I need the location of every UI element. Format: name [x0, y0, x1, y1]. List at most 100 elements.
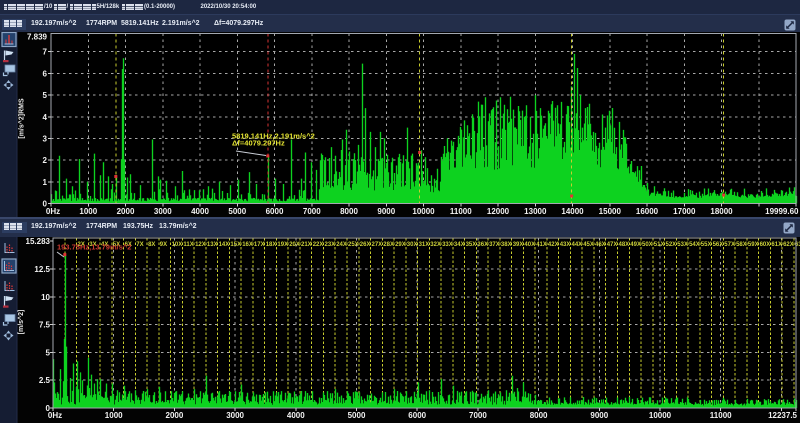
svg-text:18X: 18X	[266, 242, 277, 248]
svg-text:25X: 25X	[348, 242, 359, 248]
svg-text:59X: 59X	[748, 242, 759, 248]
svg-text:26X: 26X	[360, 242, 371, 248]
svg-text:6000: 6000	[408, 411, 426, 420]
svg-text:5000: 5000	[348, 411, 366, 420]
svg-text:60X: 60X	[760, 242, 771, 248]
svg-text:7000: 7000	[303, 207, 321, 216]
svg-text:7.839: 7.839	[27, 33, 48, 42]
svg-text:8000: 8000	[340, 207, 358, 216]
svg-text:9X: 9X	[160, 242, 167, 248]
svg-text:55X: 55X	[701, 242, 712, 248]
svg-text:17000: 17000	[673, 207, 696, 216]
svg-text:14000: 14000	[561, 207, 584, 216]
svg-text:3000: 3000	[226, 411, 244, 420]
svg-text:7.5: 7.5	[39, 321, 51, 330]
svg-text:14X: 14X	[219, 242, 230, 248]
svg-text:7000: 7000	[469, 411, 487, 420]
svg-text:2000: 2000	[166, 411, 184, 420]
svg-text:12000: 12000	[487, 207, 510, 216]
svg-text:42X: 42X	[548, 242, 559, 248]
svg-text:50X: 50X	[642, 242, 653, 248]
svg-text:4: 4	[43, 113, 48, 122]
svg-text:47X: 47X	[607, 242, 618, 248]
svg-text:[m/s^2]: [m/s^2]	[17, 310, 25, 335]
svg-text:46X: 46X	[595, 242, 606, 248]
svg-text:27X: 27X	[372, 242, 383, 248]
svg-text:1: 1	[43, 178, 48, 187]
svg-text:8X: 8X	[148, 242, 155, 248]
svg-text:49X: 49X	[630, 242, 641, 248]
svg-text:17X: 17X	[254, 242, 265, 248]
svg-text:8000: 8000	[530, 411, 548, 420]
svg-text:3: 3	[43, 134, 48, 143]
svg-text:5: 5	[43, 91, 48, 100]
svg-text:32X: 32X	[430, 242, 441, 248]
svg-text:[m/s^2]RMS: [m/s^2]RMS	[18, 98, 26, 139]
svg-text:0Hz: 0Hz	[46, 207, 60, 216]
svg-text:19999.60: 19999.60	[765, 207, 799, 216]
svg-text:22X: 22X	[313, 242, 324, 248]
svg-text:10X: 10X	[172, 242, 183, 248]
svg-text:31X: 31X	[419, 242, 430, 248]
svg-text:62X: 62X	[783, 242, 794, 248]
svg-text:38X: 38X	[501, 242, 512, 248]
svg-text:5: 5	[46, 348, 51, 357]
svg-text:37X: 37X	[489, 242, 500, 248]
svg-text:2.5: 2.5	[39, 376, 51, 385]
svg-text:15000: 15000	[599, 207, 622, 216]
svg-text:35X: 35X	[466, 242, 477, 248]
svg-text:13000: 13000	[524, 207, 547, 216]
svg-text:15.283: 15.283	[26, 237, 51, 246]
svg-text:40X: 40X	[524, 242, 535, 248]
svg-text:3000: 3000	[154, 207, 172, 216]
svg-text:61X: 61X	[771, 242, 782, 248]
svg-text:28X: 28X	[383, 242, 394, 248]
svg-text:0Hz: 0Hz	[48, 411, 62, 420]
svg-text:29X: 29X	[395, 242, 406, 248]
svg-text:56X: 56X	[713, 242, 724, 248]
svg-text:18000: 18000	[710, 207, 733, 216]
svg-text:9000: 9000	[377, 207, 395, 216]
svg-text:Δf=4079.297Hz: Δf=4079.297Hz	[232, 139, 285, 148]
svg-text:12237.5: 12237.5	[768, 411, 797, 420]
svg-text:10000: 10000	[412, 207, 435, 216]
svg-text:23X: 23X	[325, 242, 336, 248]
svg-text:52X: 52X	[666, 242, 677, 248]
svg-text:41X: 41X	[536, 242, 547, 248]
svg-text:44X: 44X	[572, 242, 583, 248]
svg-text:13X: 13X	[207, 242, 218, 248]
svg-text:4000: 4000	[191, 207, 209, 216]
svg-text:43X: 43X	[560, 242, 571, 248]
svg-text:54X: 54X	[689, 242, 700, 248]
svg-text:6: 6	[43, 69, 48, 78]
svg-text:20X: 20X	[289, 242, 300, 248]
svg-text:193.75Hz,13.79m/s^2: 193.75Hz,13.79m/s^2	[57, 243, 131, 252]
svg-text:16X: 16X	[242, 242, 253, 248]
svg-text:2: 2	[43, 156, 48, 165]
svg-text:5000: 5000	[228, 207, 246, 216]
svg-text:58X: 58X	[736, 242, 747, 248]
svg-text:9000: 9000	[590, 411, 608, 420]
svg-text:4000: 4000	[287, 411, 305, 420]
svg-text:51X: 51X	[654, 242, 665, 248]
svg-text:11X: 11X	[183, 242, 193, 248]
svg-text:57X: 57X	[724, 242, 735, 248]
svg-text:16000: 16000	[636, 207, 659, 216]
svg-text:30X: 30X	[407, 242, 418, 248]
svg-text:45X: 45X	[583, 242, 594, 248]
svg-text:34X: 34X	[454, 242, 465, 248]
svg-text:1000: 1000	[105, 411, 123, 420]
svg-text:33X: 33X	[442, 242, 453, 248]
svg-text:36X: 36X	[477, 242, 488, 248]
svg-text:6000: 6000	[266, 207, 284, 216]
svg-text:10000: 10000	[649, 411, 672, 420]
svg-text:10: 10	[41, 293, 50, 302]
svg-text:21X: 21X	[301, 242, 312, 248]
svg-text:11000: 11000	[710, 411, 732, 420]
svg-text:19X: 19X	[277, 242, 288, 248]
svg-text:1000: 1000	[79, 207, 97, 216]
svg-text:15X: 15X	[230, 242, 241, 248]
svg-text:7X: 7X	[136, 242, 143, 248]
svg-text:39X: 39X	[513, 242, 524, 248]
svg-text:48X: 48X	[619, 242, 630, 248]
